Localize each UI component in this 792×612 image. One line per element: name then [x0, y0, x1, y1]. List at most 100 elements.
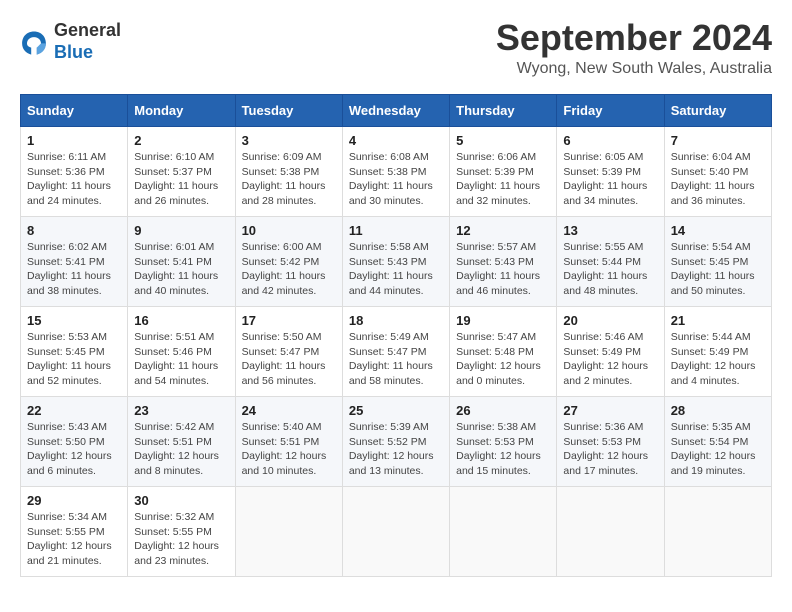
location: Wyong, New South Wales, Australia [496, 60, 772, 78]
day-info: Sunrise: 5:32 AM Sunset: 5:55 PM Dayligh… [134, 510, 228, 569]
calendar-cell: 8 Sunrise: 6:02 AM Sunset: 5:41 PM Dayli… [21, 217, 128, 307]
logo-icon [20, 28, 48, 56]
day-info: Sunrise: 6:04 AM Sunset: 5:40 PM Dayligh… [671, 150, 765, 209]
calendar-cell: 6 Sunrise: 6:05 AM Sunset: 5:39 PM Dayli… [557, 127, 664, 217]
day-info: Sunrise: 5:55 AM Sunset: 5:44 PM Dayligh… [563, 240, 657, 299]
day-info: Sunrise: 6:00 AM Sunset: 5:42 PM Dayligh… [242, 240, 336, 299]
calendar-cell: 18 Sunrise: 5:49 AM Sunset: 5:47 PM Dayl… [342, 307, 449, 397]
day-info: Sunrise: 6:10 AM Sunset: 5:37 PM Dayligh… [134, 150, 228, 209]
day-info: Sunrise: 5:57 AM Sunset: 5:43 PM Dayligh… [456, 240, 550, 299]
day-number: 1 [27, 133, 121, 148]
calendar-cell: 29 Sunrise: 5:34 AM Sunset: 5:55 PM Dayl… [21, 487, 128, 577]
day-number: 3 [242, 133, 336, 148]
day-number: 7 [671, 133, 765, 148]
day-number: 8 [27, 223, 121, 238]
day-number: 9 [134, 223, 228, 238]
calendar-cell: 12 Sunrise: 5:57 AM Sunset: 5:43 PM Dayl… [450, 217, 557, 307]
day-info: Sunrise: 5:43 AM Sunset: 5:50 PM Dayligh… [27, 420, 121, 479]
day-info: Sunrise: 6:05 AM Sunset: 5:39 PM Dayligh… [563, 150, 657, 209]
calendar-cell: 26 Sunrise: 5:38 AM Sunset: 5:53 PM Dayl… [450, 397, 557, 487]
day-info: Sunrise: 5:42 AM Sunset: 5:51 PM Dayligh… [134, 420, 228, 479]
calendar-cell: 3 Sunrise: 6:09 AM Sunset: 5:38 PM Dayli… [235, 127, 342, 217]
day-number: 14 [671, 223, 765, 238]
day-number: 22 [27, 403, 121, 418]
day-number: 11 [349, 223, 443, 238]
day-number: 10 [242, 223, 336, 238]
day-info: Sunrise: 5:47 AM Sunset: 5:48 PM Dayligh… [456, 330, 550, 389]
day-info: Sunrise: 6:09 AM Sunset: 5:38 PM Dayligh… [242, 150, 336, 209]
calendar-cell: 2 Sunrise: 6:10 AM Sunset: 5:37 PM Dayli… [128, 127, 235, 217]
day-info: Sunrise: 5:38 AM Sunset: 5:53 PM Dayligh… [456, 420, 550, 479]
day-number: 24 [242, 403, 336, 418]
day-info: Sunrise: 5:58 AM Sunset: 5:43 PM Dayligh… [349, 240, 443, 299]
calendar-week-2: 8 Sunrise: 6:02 AM Sunset: 5:41 PM Dayli… [21, 217, 772, 307]
day-number: 26 [456, 403, 550, 418]
day-info: Sunrise: 5:46 AM Sunset: 5:49 PM Dayligh… [563, 330, 657, 389]
title-section: September 2024 Wyong, New South Wales, A… [496, 20, 772, 78]
day-number: 25 [349, 403, 443, 418]
day-header-wednesday: Wednesday [342, 95, 449, 127]
day-info: Sunrise: 6:11 AM Sunset: 5:36 PM Dayligh… [27, 150, 121, 209]
day-info: Sunrise: 6:08 AM Sunset: 5:38 PM Dayligh… [349, 150, 443, 209]
calendar-header: SundayMondayTuesdayWednesdayThursdayFrid… [21, 95, 772, 127]
calendar-cell: 1 Sunrise: 6:11 AM Sunset: 5:36 PM Dayli… [21, 127, 128, 217]
day-header-tuesday: Tuesday [235, 95, 342, 127]
day-number: 6 [563, 133, 657, 148]
day-info: Sunrise: 6:01 AM Sunset: 5:41 PM Dayligh… [134, 240, 228, 299]
calendar-table: SundayMondayTuesdayWednesdayThursdayFrid… [20, 94, 772, 577]
calendar-cell: 4 Sunrise: 6:08 AM Sunset: 5:38 PM Dayli… [342, 127, 449, 217]
day-header-sunday: Sunday [21, 95, 128, 127]
calendar-cell: 30 Sunrise: 5:32 AM Sunset: 5:55 PM Dayl… [128, 487, 235, 577]
calendar-cell: 5 Sunrise: 6:06 AM Sunset: 5:39 PM Dayli… [450, 127, 557, 217]
calendar-cell: 27 Sunrise: 5:36 AM Sunset: 5:53 PM Dayl… [557, 397, 664, 487]
calendar-cell: 21 Sunrise: 5:44 AM Sunset: 5:49 PM Dayl… [664, 307, 771, 397]
day-number: 27 [563, 403, 657, 418]
day-number: 15 [27, 313, 121, 328]
day-info: Sunrise: 5:53 AM Sunset: 5:45 PM Dayligh… [27, 330, 121, 389]
calendar-cell: 24 Sunrise: 5:40 AM Sunset: 5:51 PM Dayl… [235, 397, 342, 487]
calendar-week-4: 22 Sunrise: 5:43 AM Sunset: 5:50 PM Dayl… [21, 397, 772, 487]
day-info: Sunrise: 5:49 AM Sunset: 5:47 PM Dayligh… [349, 330, 443, 389]
calendar-cell: 17 Sunrise: 5:50 AM Sunset: 5:47 PM Dayl… [235, 307, 342, 397]
day-info: Sunrise: 6:06 AM Sunset: 5:39 PM Dayligh… [456, 150, 550, 209]
calendar-cell: 19 Sunrise: 5:47 AM Sunset: 5:48 PM Dayl… [450, 307, 557, 397]
day-number: 30 [134, 493, 228, 508]
day-info: Sunrise: 5:36 AM Sunset: 5:53 PM Dayligh… [563, 420, 657, 479]
calendar-cell [235, 487, 342, 577]
day-info: Sunrise: 5:54 AM Sunset: 5:45 PM Dayligh… [671, 240, 765, 299]
day-info: Sunrise: 5:50 AM Sunset: 5:47 PM Dayligh… [242, 330, 336, 389]
calendar-cell: 7 Sunrise: 6:04 AM Sunset: 5:40 PM Dayli… [664, 127, 771, 217]
day-number: 28 [671, 403, 765, 418]
calendar-week-5: 29 Sunrise: 5:34 AM Sunset: 5:55 PM Dayl… [21, 487, 772, 577]
day-number: 23 [134, 403, 228, 418]
calendar-cell: 23 Sunrise: 5:42 AM Sunset: 5:51 PM Dayl… [128, 397, 235, 487]
day-info: Sunrise: 5:35 AM Sunset: 5:54 PM Dayligh… [671, 420, 765, 479]
logo-text: General Blue [54, 20, 121, 63]
calendar-cell: 22 Sunrise: 5:43 AM Sunset: 5:50 PM Dayl… [21, 397, 128, 487]
day-number: 4 [349, 133, 443, 148]
day-header-thursday: Thursday [450, 95, 557, 127]
calendar-cell: 28 Sunrise: 5:35 AM Sunset: 5:54 PM Dayl… [664, 397, 771, 487]
day-header-saturday: Saturday [664, 95, 771, 127]
day-number: 29 [27, 493, 121, 508]
calendar-cell: 10 Sunrise: 6:00 AM Sunset: 5:42 PM Dayl… [235, 217, 342, 307]
calendar-cell: 16 Sunrise: 5:51 AM Sunset: 5:46 PM Dayl… [128, 307, 235, 397]
calendar-week-1: 1 Sunrise: 6:11 AM Sunset: 5:36 PM Dayli… [21, 127, 772, 217]
day-number: 18 [349, 313, 443, 328]
calendar-cell: 14 Sunrise: 5:54 AM Sunset: 5:45 PM Dayl… [664, 217, 771, 307]
day-info: Sunrise: 5:40 AM Sunset: 5:51 PM Dayligh… [242, 420, 336, 479]
day-header-monday: Monday [128, 95, 235, 127]
day-info: Sunrise: 6:02 AM Sunset: 5:41 PM Dayligh… [27, 240, 121, 299]
day-number: 13 [563, 223, 657, 238]
calendar-body: 1 Sunrise: 6:11 AM Sunset: 5:36 PM Dayli… [21, 127, 772, 577]
day-info: Sunrise: 5:39 AM Sunset: 5:52 PM Dayligh… [349, 420, 443, 479]
logo: General Blue [20, 20, 121, 63]
day-number: 16 [134, 313, 228, 328]
calendar-cell: 13 Sunrise: 5:55 AM Sunset: 5:44 PM Dayl… [557, 217, 664, 307]
day-number: 19 [456, 313, 550, 328]
calendar-cell: 15 Sunrise: 5:53 AM Sunset: 5:45 PM Dayl… [21, 307, 128, 397]
calendar-cell: 11 Sunrise: 5:58 AM Sunset: 5:43 PM Dayl… [342, 217, 449, 307]
calendar-cell [342, 487, 449, 577]
calendar-cell: 9 Sunrise: 6:01 AM Sunset: 5:41 PM Dayli… [128, 217, 235, 307]
day-number: 21 [671, 313, 765, 328]
